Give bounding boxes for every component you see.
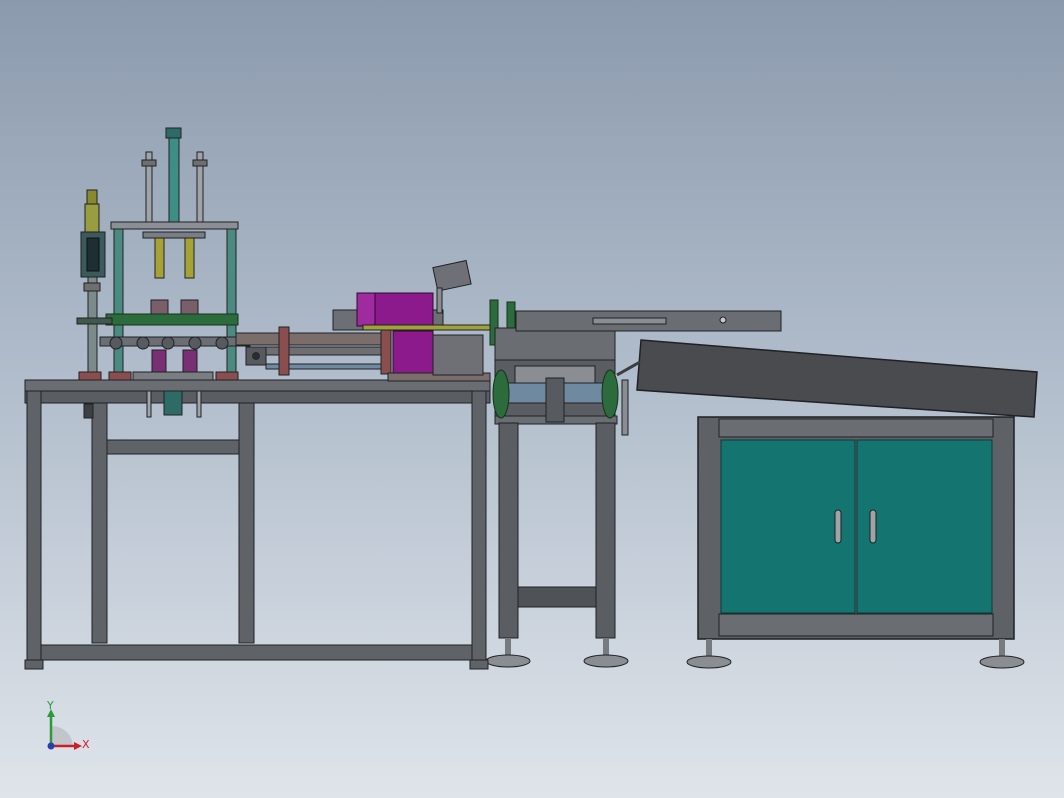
stand-cross-bar: [517, 586, 597, 608]
stand-foot-right: [583, 654, 629, 668]
roller-lower-right: [182, 349, 198, 373]
table-foot-left: [24, 659, 44, 670]
cabinet-handle-right[interactable]: [869, 509, 877, 544]
cad-viewport[interactable]: X Y: [0, 0, 1064, 798]
green-wheel-right: [601, 369, 619, 419]
feed-bracket-right: [380, 327, 392, 375]
press-base-plate: [132, 371, 214, 381]
stand-probe: [621, 379, 629, 436]
slide-bar-slot: [592, 317, 667, 325]
table-leg-left: [26, 390, 42, 670]
press-sub-plate: [142, 231, 206, 239]
top-slide-bar: [515, 310, 782, 332]
green-wheel-left: [492, 369, 510, 419]
tilted-sensor-box: [432, 259, 472, 292]
table-leg-right: [471, 390, 487, 670]
chain-sprocket-3: [161, 336, 175, 350]
press-yellow-cylinder-right: [184, 237, 195, 279]
triad-arc: [52, 726, 73, 747]
press-base-foot-right: [215, 371, 239, 381]
table-feet: [24, 659, 489, 670]
feed-gearbox-hub: [252, 352, 260, 360]
table-leg-inner-2: [238, 402, 255, 644]
table-bracket: [83, 403, 94, 419]
left-cylinder-window: [86, 237, 100, 272]
press-top-plate: [110, 221, 239, 230]
middle-stand: [485, 327, 629, 668]
feed-rail-upper: [235, 332, 387, 346]
conveyor-link: [616, 360, 641, 377]
chain-sprocket-2: [136, 336, 150, 350]
under-table-rod-right: [196, 390, 202, 418]
press-base-foot-left: [108, 371, 132, 381]
press-assembly: [76, 127, 251, 418]
chain-sprocket-1: [109, 336, 123, 350]
under-table-cylinder: [163, 390, 183, 416]
green-side-block: [76, 317, 113, 325]
table-top: [24, 379, 491, 392]
left-work-table: [24, 379, 491, 670]
left-cylinder-rod: [87, 276, 98, 378]
press-center-rod: [168, 137, 180, 223]
coordinate-triad: X Y: [46, 699, 90, 751]
press-post-left: [113, 228, 124, 381]
drive-shaft: [362, 324, 499, 331]
feed-bracket-left: [278, 326, 290, 376]
stand-foot-left: [485, 654, 531, 668]
under-table-rod-left: [146, 390, 152, 418]
press-rod-right-nut: [192, 159, 208, 167]
stand-foot-left-stem: [505, 638, 511, 656]
triad-y-label: Y: [46, 699, 54, 712]
sensor-arm: [436, 287, 443, 314]
cabinet-bottom-rail: [718, 613, 994, 637]
inclined-conveyor: [616, 339, 1038, 418]
green-belt-plate: [105, 313, 239, 326]
drive-output-block: [432, 334, 484, 376]
press-center-rod-cap: [165, 127, 182, 139]
table-cross-bar-mid: [106, 439, 240, 455]
cabinet-foot-right: [979, 655, 1025, 669]
left-cylinder-collar: [83, 282, 101, 292]
cabinet-foot-left: [686, 655, 732, 669]
triad-z-origin: [47, 742, 55, 750]
stand-top-block: [494, 327, 616, 362]
press-yellow-cylinder-left: [154, 237, 165, 279]
press-rod-left-nut: [141, 159, 157, 167]
table-bottom-rail: [40, 644, 473, 661]
cabinet-door-right[interactable]: [856, 439, 993, 614]
drive-motor-upper-end: [356, 292, 376, 327]
lead-screw-nut: [545, 377, 565, 423]
drive-motor-lower: [392, 330, 434, 375]
storage-cabinet: [686, 416, 1025, 669]
cabinet-top-rail: [718, 418, 994, 438]
roller-lower-left: [151, 349, 167, 373]
stand-foot-right-stem: [603, 638, 609, 656]
cabinet-foot-left-stem: [706, 639, 712, 657]
stand-leg-right: [595, 422, 616, 639]
table-foot-right: [469, 659, 489, 670]
triad-x-arrow: [74, 742, 82, 750]
chain-sprocket-4: [188, 336, 202, 350]
feed-assembly: [235, 259, 516, 382]
table-leg-inner-1: [91, 402, 108, 644]
press-base-foot-far-left: [78, 371, 102, 381]
conveyor-belt: [636, 339, 1038, 418]
cabinet-handle-left[interactable]: [834, 509, 842, 544]
slide-bar-hole: [719, 316, 727, 324]
triad-x-label: X: [82, 738, 90, 751]
left-cylinder-cap: [86, 189, 98, 205]
table-top-rail: [24, 390, 491, 404]
press-post-right: [226, 228, 237, 381]
left-cylinder-body: [84, 203, 100, 233]
cabinet-foot-right-stem: [999, 639, 1005, 657]
stand-leg-left: [498, 422, 519, 639]
chain-sprocket-5: [215, 336, 229, 350]
